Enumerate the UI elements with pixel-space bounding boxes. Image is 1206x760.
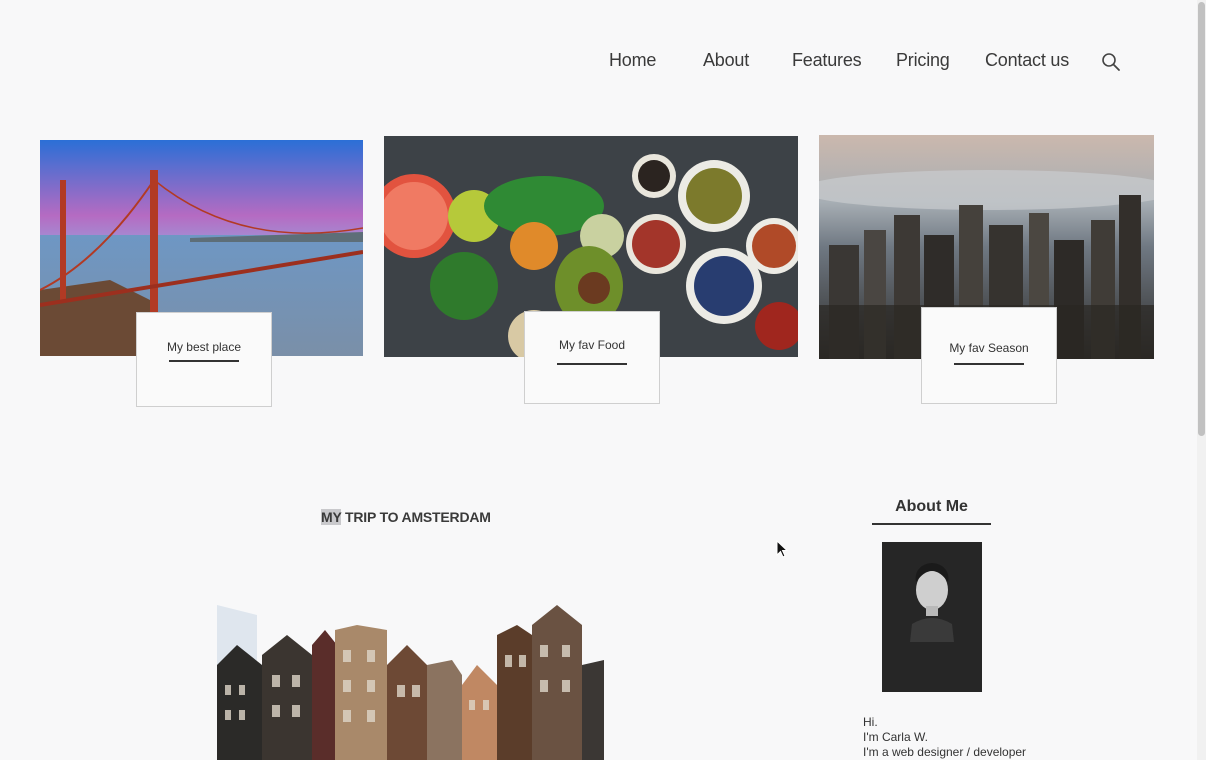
- page-scrollbar[interactable]: [1197, 0, 1206, 760]
- card-caption-best-place[interactable]: My best place: [136, 312, 272, 407]
- bio-line-1: Hi.: [863, 715, 878, 729]
- caption-underline: [169, 360, 239, 362]
- mouse-cursor-icon: [776, 540, 788, 558]
- caption-underline: [954, 363, 1024, 365]
- card-caption-label: My best place: [166, 340, 242, 354]
- about-me-heading: About Me: [895, 498, 968, 515]
- card-caption-fav-season[interactable]: My fav Season: [921, 307, 1057, 404]
- about-me-underline: [872, 523, 991, 525]
- search-icon[interactable]: [1101, 52, 1121, 72]
- bio-line-3: I'm a web designer / developer: [863, 745, 1027, 759]
- card-caption-label: My fav Food: [558, 338, 626, 352]
- nav-pricing-link[interactable]: Pricing: [896, 50, 950, 71]
- caption-underline: [557, 363, 627, 365]
- nav-contact-link[interactable]: Contact us: [985, 50, 1069, 71]
- post-title-rest: TRIP TO AMSTERDAM: [341, 509, 491, 525]
- amsterdam-canal-houses-image[interactable]: [217, 605, 604, 760]
- bio-line-2: I'm Carla W.: [863, 730, 928, 744]
- nav-about-link[interactable]: About: [703, 50, 749, 71]
- post-title[interactable]: MY TRIP TO AMSTERDAM: [321, 509, 491, 525]
- main-nav: Home About Features Pricing Contact us: [0, 50, 1206, 78]
- author-bio: Hi. I'm Carla W. I'm a web designer / de…: [863, 715, 1026, 760]
- nav-features-link[interactable]: Features: [792, 50, 862, 71]
- card-caption-label: My fav Season: [949, 341, 1029, 355]
- scrollbar-thumb[interactable]: [1198, 2, 1205, 436]
- post-title-highlight: MY: [321, 509, 342, 525]
- card-caption-fav-food[interactable]: My fav Food: [524, 311, 660, 404]
- author-avatar: [882, 542, 982, 692]
- nav-home-link[interactable]: Home: [609, 50, 656, 71]
